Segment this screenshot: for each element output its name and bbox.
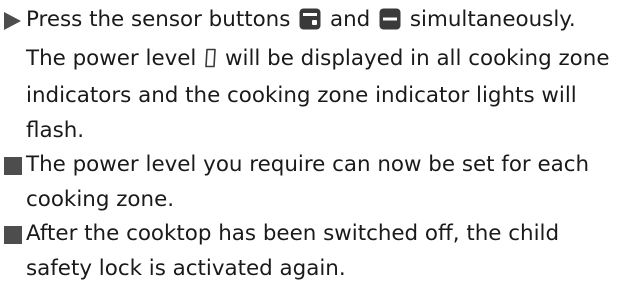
instruction-section: Press the sensor buttons and simultaneou… bbox=[0, 0, 617, 281]
result-text: The power level you require can now be s… bbox=[26, 152, 590, 212]
result-text: After the cooktop has been switched off,… bbox=[26, 221, 560, 281]
seven-segment-zero-icon bbox=[204, 45, 217, 80]
instruction-step: Press the sensor buttons and simultaneou… bbox=[0, 3, 617, 148]
square-bullet-icon bbox=[0, 217, 26, 252]
triangle-right-icon bbox=[0, 3, 26, 38]
instruction-step-text: Press the sensor buttons and simultaneou… bbox=[26, 3, 617, 148]
result-item: The power level you require can now be s… bbox=[0, 148, 617, 217]
sensor-button-lock-icon bbox=[299, 7, 321, 42]
square-bullet-icon bbox=[0, 148, 26, 183]
step-text-part2: and bbox=[330, 7, 371, 32]
result-item: After the cooktop has been switched off,… bbox=[0, 217, 617, 286]
sensor-button-minus-icon bbox=[379, 7, 401, 42]
step-text-part1: Press the sensor buttons bbox=[26, 7, 291, 32]
